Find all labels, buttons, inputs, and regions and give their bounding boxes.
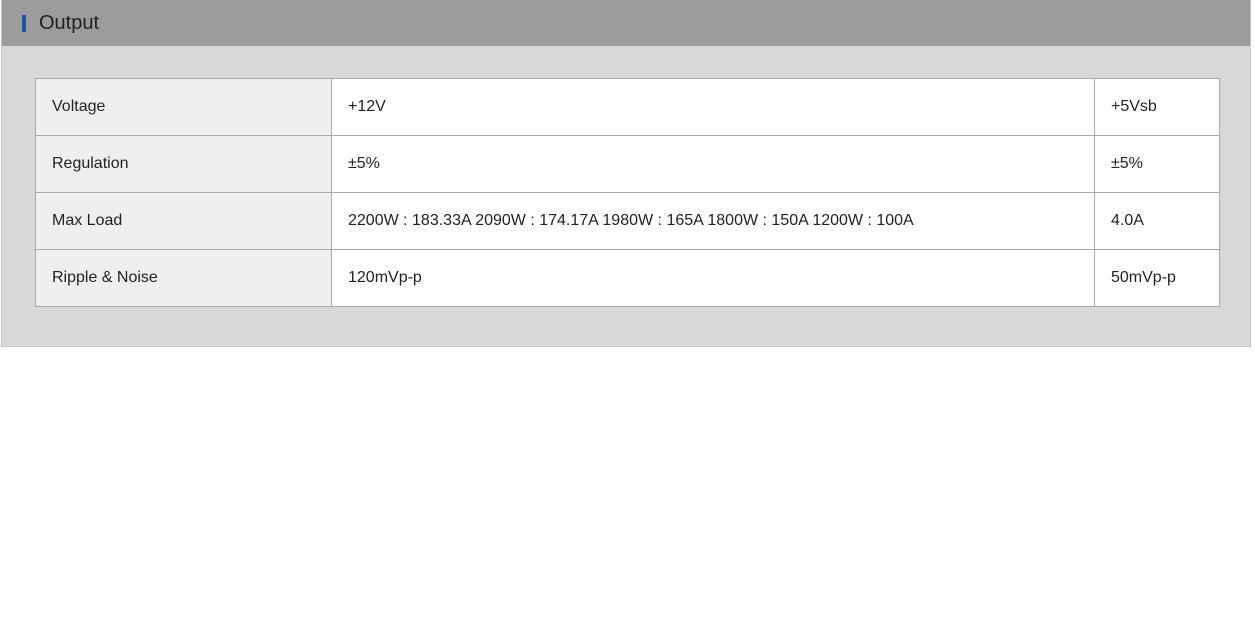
value-5vsb: 50mVp-p	[1094, 249, 1220, 307]
header-accent-bar	[22, 15, 26, 32]
table-row: Regulation ±5% ±5%	[35, 135, 1220, 193]
panel-header: Output	[2, 0, 1250, 46]
value-12v: ±5%	[331, 135, 1095, 193]
row-label: Ripple & Noise	[35, 249, 332, 307]
value-5vsb: 4.0A	[1094, 192, 1220, 250]
row-label: Regulation	[35, 135, 332, 193]
value-5vsb: +5Vsb	[1094, 78, 1220, 136]
value-12v: 2200W : 183.33A 2090W : 174.17A 1980W : …	[331, 192, 1095, 250]
value-12v: 120mVp-p	[331, 249, 1095, 307]
value-12v: +12V	[331, 78, 1095, 136]
row-label: Max Load	[35, 192, 332, 250]
output-spec-table: Voltage +12V +5Vsb Regulation ±5% ±5% Ma…	[35, 78, 1220, 307]
table-row: Max Load 2200W : 183.33A 2090W : 174.17A…	[35, 192, 1220, 250]
table-row: Ripple & Noise 120mVp-p 50mVp-p	[35, 249, 1220, 307]
section-title: Output	[39, 12, 100, 34]
row-label: Voltage	[35, 78, 332, 136]
output-panel: Output Voltage +12V +5Vsb Regulation ±5%…	[1, 0, 1251, 347]
value-5vsb: ±5%	[1094, 135, 1220, 193]
table-row: Voltage +12V +5Vsb	[35, 78, 1220, 136]
